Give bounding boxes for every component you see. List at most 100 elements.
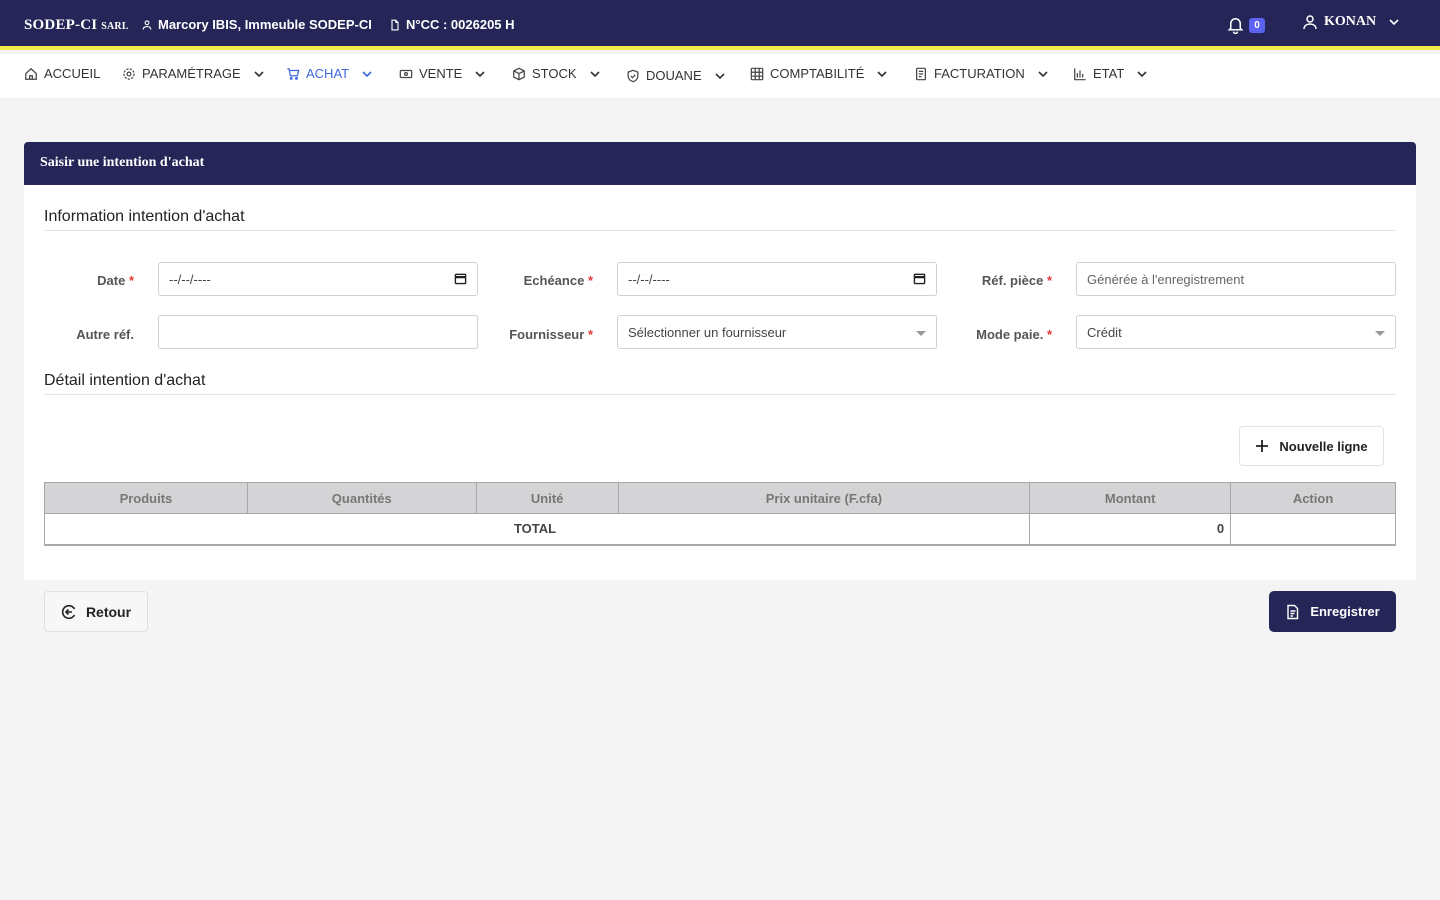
menu-item-comptabilite[interactable]: COMPTABILITÉ — [750, 66, 888, 81]
detail-table: Produits Quantités Unité Prix unitaire (… — [44, 482, 1396, 546]
ref-piece-label: Réf. pièce * — [942, 273, 1052, 288]
menu-item-vente[interactable]: VENTE — [399, 66, 486, 81]
back-arrow-icon — [61, 604, 76, 619]
notification-count-badge: 0 — [1249, 18, 1265, 33]
address-text: Marcory IBIS, Immeuble SODEP-CI — [158, 17, 372, 32]
fournisseur-label: Fournisseur * — [483, 327, 593, 342]
menu-label-etat: ETAT — [1093, 66, 1125, 81]
section-title-information: Information intention d'achat — [44, 208, 1396, 231]
menu-label-parametrage: PARAMÉTRAGE — [142, 66, 241, 81]
dropdown-caret-icon — [916, 331, 926, 336]
column-header-prix-unitaire: Prix unitaire (F.cfa) — [617, 482, 1031, 514]
mode-paie-label-text: Mode paie. — [976, 327, 1044, 342]
company-address: Marcory IBIS, Immeuble SODEP-CI — [141, 17, 372, 32]
column-header-produits: Produits — [44, 482, 248, 514]
mode-paie-selected: Crédit — [1087, 324, 1122, 340]
column-header-action: Action — [1230, 482, 1396, 514]
ncc-text: N°CC : 0026205 H — [406, 17, 515, 32]
save-document-icon — [1287, 604, 1299, 619]
cart-icon — [287, 67, 300, 80]
mode-paie-label: Mode paie. * — [942, 327, 1052, 342]
chevron-down-icon — [254, 70, 264, 77]
section-title-detail: Détail intention d'achat — [44, 372, 1396, 395]
echeance-label-text: Echéance — [523, 273, 585, 288]
table-header-row: Produits Quantités Unité Prix unitaire (… — [44, 482, 1396, 514]
date-input[interactable]: --/--/---- — [158, 262, 478, 296]
chevron-down-icon — [877, 70, 887, 77]
menu-label-douane: DOUANE — [646, 68, 702, 83]
notifications-button[interactable] — [1226, 15, 1245, 39]
invoice-icon — [916, 67, 926, 80]
menu-label-stock: STOCK — [532, 66, 577, 81]
menu-item-stock[interactable]: STOCK — [512, 66, 601, 81]
menu-item-douane[interactable]: DOUANE — [626, 68, 726, 83]
chevron-down-icon — [715, 72, 725, 79]
gear-icon — [123, 67, 135, 80]
add-line-label: Nouvelle ligne — [1279, 438, 1368, 454]
total-row: TOTAL 0 — [44, 513, 1396, 546]
ref-piece-label-text: Réf. pièce — [981, 273, 1044, 288]
brand-logo[interactable]: SODEP-CI SARL — [24, 17, 129, 34]
menu-label-accueil: ACCUEIL — [44, 66, 101, 81]
required-mark: * — [128, 273, 134, 288]
username: KONAN — [1324, 14, 1377, 29]
main-menu: ACCUEIL PARAMÉTRAGE ACHAT VENTE STOCK DO… — [0, 54, 1440, 98]
dropdown-caret-icon — [1375, 331, 1385, 336]
user-menu[interactable]: KONAN — [1302, 14, 1400, 30]
save-label: Enregistrer — [1310, 604, 1380, 619]
menu-label-achat: ACHAT — [306, 66, 350, 81]
user-icon — [1303, 15, 1317, 30]
calendar-icon[interactable] — [913, 272, 926, 285]
menu-label-facturation: FACTURATION — [934, 66, 1025, 81]
bar-chart-icon — [1074, 67, 1086, 80]
chevron-down-icon — [362, 70, 372, 77]
required-mark: * — [1046, 273, 1052, 288]
top-bar: SODEP-CI SARL Marcory IBIS, Immeuble SOD… — [0, 0, 1440, 50]
card-title: Saisir une intention d'achat — [24, 142, 1416, 185]
menu-item-achat[interactable]: ACHAT — [286, 66, 373, 81]
calendar-icon[interactable] — [454, 272, 467, 285]
required-mark: * — [587, 273, 593, 288]
date-value: --/--/---- — [169, 271, 211, 287]
menu-item-etat[interactable]: ETAT — [1073, 66, 1148, 81]
home-icon — [25, 67, 37, 80]
location-icon — [142, 19, 152, 30]
menu-item-facturation[interactable]: FACTURATION — [914, 66, 1049, 81]
chevron-down-icon — [475, 70, 485, 77]
fournisseur-selected: Sélectionner un fournisseur — [628, 324, 787, 340]
mode-paie-select[interactable]: Crédit — [1076, 315, 1396, 349]
total-label: TOTAL — [44, 513, 619, 546]
menu-item-parametrage[interactable]: PARAMÉTRAGE — [122, 66, 265, 81]
back-button[interactable]: Retour — [44, 591, 148, 632]
brand-name: SODEP-CI — [24, 17, 98, 33]
purchase-intent-card: Saisir une intention d'achat Information… — [24, 142, 1416, 660]
cash-icon — [399, 69, 413, 78]
column-header-montant: Montant — [1029, 482, 1232, 514]
date-label-text: Date — [97, 273, 126, 288]
brand-suffix: SARL — [101, 21, 129, 32]
menu-item-accueil[interactable]: ACCUEIL — [24, 66, 100, 81]
box-icon — [513, 67, 525, 80]
required-mark: * — [1046, 327, 1052, 342]
bell-icon — [1227, 18, 1244, 35]
save-button[interactable]: Enregistrer — [1269, 591, 1396, 632]
column-header-unite: Unité — [475, 482, 619, 514]
menu-label-vente: VENTE — [419, 66, 463, 81]
document-icon — [391, 19, 399, 30]
echeance-input[interactable]: --/--/---- — [617, 262, 937, 296]
ref-piece-placeholder: Générée à l'enregistrement — [1087, 271, 1245, 287]
fournisseur-select[interactable]: Sélectionner un fournisseur — [617, 315, 937, 349]
required-mark: * — [587, 327, 593, 342]
ref-piece-input[interactable]: Générée à l'enregistrement — [1076, 262, 1396, 296]
chevron-down-icon — [1389, 19, 1399, 26]
autre-ref-input[interactable] — [158, 315, 478, 349]
echeance-label: Echéance * — [483, 273, 593, 288]
add-line-button[interactable]: Nouvelle ligne — [1239, 426, 1384, 466]
fournisseur-label-text: Fournisseur — [509, 327, 585, 342]
date-label: Date * — [24, 273, 134, 288]
grid-icon — [750, 67, 764, 80]
column-header-quantites: Quantités — [246, 482, 477, 514]
echeance-value: --/--/---- — [628, 271, 670, 287]
total-spacer-cell — [618, 513, 1030, 546]
menu-label-comptabilite: COMPTABILITÉ — [770, 66, 865, 81]
